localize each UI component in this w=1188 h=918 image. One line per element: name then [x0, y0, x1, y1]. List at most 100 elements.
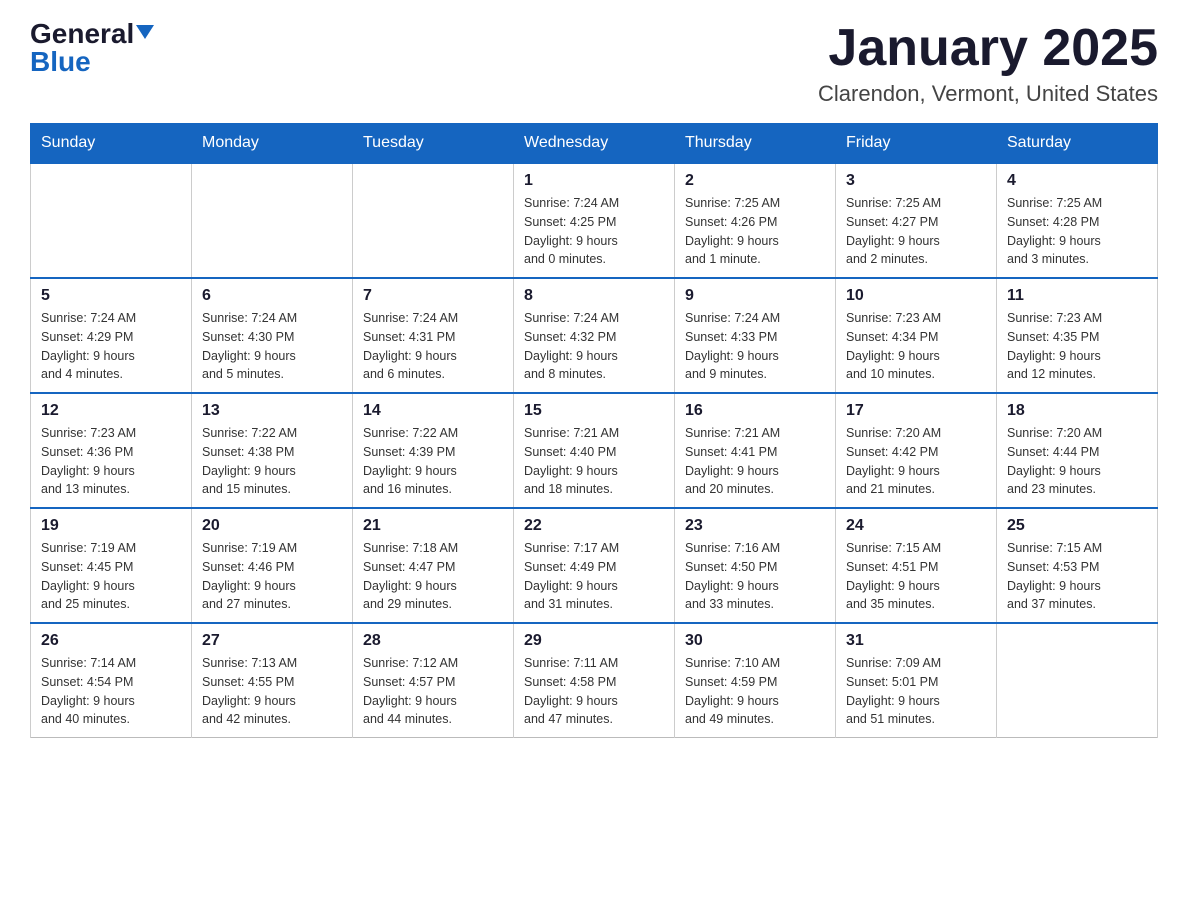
- day-info: Sunrise: 7:22 AM Sunset: 4:39 PM Dayligh…: [363, 424, 503, 499]
- calendar-cell: [353, 163, 514, 278]
- calendar-cell: 15Sunrise: 7:21 AM Sunset: 4:40 PM Dayli…: [514, 393, 675, 508]
- day-info: Sunrise: 7:24 AM Sunset: 4:33 PM Dayligh…: [685, 309, 825, 384]
- calendar-cell: 12 Sunrise: 7:23 AM Sunset: 4:36 PM Dayli…: [31, 393, 192, 508]
- day-number: 19: [41, 517, 181, 535]
- day-info: Sunrise: 7:11 AM Sunset: 4:58 PM Dayligh…: [524, 654, 664, 729]
- day-info: Sunrise: 7:15 AM Sunset: 4:51 PM Dayligh…: [846, 539, 986, 614]
- calendar-cell: 2Sunrise: 7:25 AM Sunset: 4:26 PM Daylig…: [675, 163, 836, 278]
- day-info: Sunrise: 7:23 AM Sunset: 4:35 PM Dayligh…: [1007, 309, 1147, 384]
- day-info: Sunrise: 7:21 AM Sunset: 4:41 PM Dayligh…: [685, 424, 825, 499]
- day-number: 3: [846, 172, 986, 190]
- calendar-header-sunday: Sunday: [31, 124, 192, 164]
- logo: General Blue: [30, 20, 154, 76]
- day-info: Sunrise: 7:25 AM Sunset: 4:27 PM Dayligh…: [846, 194, 986, 269]
- day-info: Sunrise: 7:09 AM Sunset: 5:01 PM Dayligh…: [846, 654, 986, 729]
- calendar-cell: 19 Sunrise: 7:19 AM Sunset: 4:45 PM Dayli…: [31, 508, 192, 623]
- calendar-cell: 13 Sunrise: 7:22 AM Sunset: 4:38 PM Dayli…: [192, 393, 353, 508]
- calendar-cell: [31, 163, 192, 278]
- calendar-header-monday: Monday: [192, 124, 353, 164]
- day-number: 11: [1007, 287, 1147, 305]
- calendar-cell: 16 Sunrise: 7:21 AM Sunset: 4:41 PM Dayli…: [675, 393, 836, 508]
- day-info: Sunrise: 7:25 AM Sunset: 4:28 PM Dayligh…: [1007, 194, 1147, 269]
- day-number: 27: [202, 632, 342, 650]
- calendar-header-row: SundayMondayTuesdayWednesdayThursdayFrid…: [31, 124, 1158, 164]
- calendar-week-row: 1 Sunrise: 7:24 AM Sunset: 4:25 PM Daylig…: [31, 163, 1158, 278]
- calendar-header-friday: Friday: [836, 124, 997, 164]
- day-number: 7: [363, 287, 503, 305]
- day-number: 30: [685, 632, 825, 650]
- day-number: 26: [41, 632, 181, 650]
- day-number: 6: [202, 287, 342, 305]
- calendar-cell: 25 Sunrise: 7:15 AM Sunset: 4:53 PM Dayli…: [997, 508, 1158, 623]
- day-info: Sunrise: 7:24 AM Sunset: 4:32 PM Dayligh…: [524, 309, 664, 384]
- calendar-cell: 24 Sunrise: 7:15 AM Sunset: 4:51 PM Dayli…: [836, 508, 997, 623]
- main-title: January 2025: [818, 20, 1158, 77]
- day-number: 31: [846, 632, 986, 650]
- day-number: 29: [524, 632, 664, 650]
- calendar-week-row: 12 Sunrise: 7:23 AM Sunset: 4:36 PM Dayli…: [31, 393, 1158, 508]
- logo-blue-text: Blue: [30, 48, 91, 76]
- calendar-header-tuesday: Tuesday: [353, 124, 514, 164]
- day-info: Sunrise: 7:15 AM Sunset: 4:53 PM Dayligh…: [1007, 539, 1147, 614]
- calendar-cell: 21 Sunrise: 7:18 AM Sunset: 4:47 PM Dayli…: [353, 508, 514, 623]
- calendar-cell: 31 Sunrise: 7:09 AM Sunset: 5:01 PM Dayli…: [836, 623, 997, 738]
- day-number: 16: [685, 402, 825, 420]
- calendar-cell: 7Sunrise: 7:24 AM Sunset: 4:31 PM Daylig…: [353, 278, 514, 393]
- calendar-week-row: 5Sunrise: 7:24 AM Sunset: 4:29 PM Daylig…: [31, 278, 1158, 393]
- title-block: January 2025 Clarendon, Vermont, United …: [818, 20, 1158, 107]
- day-info: Sunrise: 7:24 AM Sunset: 4:30 PM Dayligh…: [202, 309, 342, 384]
- day-info: Sunrise: 7:24 AM Sunset: 4:29 PM Dayligh…: [41, 309, 181, 384]
- calendar-week-row: 26Sunrise: 7:14 AM Sunset: 4:54 PM Dayli…: [31, 623, 1158, 738]
- day-number: 1: [524, 172, 664, 190]
- day-number: 20: [202, 517, 342, 535]
- calendar-cell: 27 Sunrise: 7:13 AM Sunset: 4:55 PM Dayli…: [192, 623, 353, 738]
- calendar-cell: [997, 623, 1158, 738]
- day-number: 14: [363, 402, 503, 420]
- day-info: Sunrise: 7:20 AM Sunset: 4:44 PM Dayligh…: [1007, 424, 1147, 499]
- calendar-cell: 4Sunrise: 7:25 AM Sunset: 4:28 PM Daylig…: [997, 163, 1158, 278]
- calendar-cell: 29 Sunrise: 7:11 AM Sunset: 4:58 PM Dayli…: [514, 623, 675, 738]
- calendar-cell: 30Sunrise: 7:10 AM Sunset: 4:59 PM Dayli…: [675, 623, 836, 738]
- day-number: 24: [846, 517, 986, 535]
- day-info: Sunrise: 7:19 AM Sunset: 4:46 PM Dayligh…: [202, 539, 342, 614]
- day-info: Sunrise: 7:22 AM Sunset: 4:38 PM Dayligh…: [202, 424, 342, 499]
- day-number: 25: [1007, 517, 1147, 535]
- day-number: 21: [363, 517, 503, 535]
- page-header: General Blue January 2025 Clarendon, Ver…: [30, 20, 1158, 107]
- day-number: 17: [846, 402, 986, 420]
- day-info: Sunrise: 7:23 AM Sunset: 4:36 PM Dayligh…: [41, 424, 181, 499]
- day-number: 15: [524, 402, 664, 420]
- calendar-week-row: 19 Sunrise: 7:19 AM Sunset: 4:45 PM Dayli…: [31, 508, 1158, 623]
- calendar-cell: 3 Sunrise: 7:25 AM Sunset: 4:27 PM Daylig…: [836, 163, 997, 278]
- day-info: Sunrise: 7:23 AM Sunset: 4:34 PM Dayligh…: [846, 309, 986, 384]
- calendar-cell: 26Sunrise: 7:14 AM Sunset: 4:54 PM Dayli…: [31, 623, 192, 738]
- calendar-cell: 11 Sunrise: 7:23 AM Sunset: 4:35 PM Dayli…: [997, 278, 1158, 393]
- day-info: Sunrise: 7:13 AM Sunset: 4:55 PM Dayligh…: [202, 654, 342, 729]
- logo-general-text: General: [30, 20, 134, 48]
- day-number: 9: [685, 287, 825, 305]
- calendar-cell: 14 Sunrise: 7:22 AM Sunset: 4:39 PM Dayli…: [353, 393, 514, 508]
- day-number: 12: [41, 402, 181, 420]
- day-number: 23: [685, 517, 825, 535]
- day-info: Sunrise: 7:20 AM Sunset: 4:42 PM Dayligh…: [846, 424, 986, 499]
- day-info: Sunrise: 7:17 AM Sunset: 4:49 PM Dayligh…: [524, 539, 664, 614]
- calendar-cell: 8 Sunrise: 7:24 AM Sunset: 4:32 PM Daylig…: [514, 278, 675, 393]
- calendar-cell: 20 Sunrise: 7:19 AM Sunset: 4:46 PM Dayli…: [192, 508, 353, 623]
- calendar-cell: 9 Sunrise: 7:24 AM Sunset: 4:33 PM Daylig…: [675, 278, 836, 393]
- calendar-cell: 18 Sunrise: 7:20 AM Sunset: 4:44 PM Dayli…: [997, 393, 1158, 508]
- calendar-cell: 28Sunrise: 7:12 AM Sunset: 4:57 PM Dayli…: [353, 623, 514, 738]
- day-number: 22: [524, 517, 664, 535]
- day-info: Sunrise: 7:18 AM Sunset: 4:47 PM Dayligh…: [363, 539, 503, 614]
- calendar-cell: 17 Sunrise: 7:20 AM Sunset: 4:42 PM Dayli…: [836, 393, 997, 508]
- calendar-cell: 10Sunrise: 7:23 AM Sunset: 4:34 PM Dayli…: [836, 278, 997, 393]
- day-info: Sunrise: 7:12 AM Sunset: 4:57 PM Dayligh…: [363, 654, 503, 729]
- day-number: 18: [1007, 402, 1147, 420]
- day-info: Sunrise: 7:19 AM Sunset: 4:45 PM Dayligh…: [41, 539, 181, 614]
- day-number: 13: [202, 402, 342, 420]
- calendar-cell: 6 Sunrise: 7:24 AM Sunset: 4:30 PM Daylig…: [192, 278, 353, 393]
- day-number: 8: [524, 287, 664, 305]
- day-info: Sunrise: 7:24 AM Sunset: 4:25 PM Dayligh…: [524, 194, 664, 269]
- calendar-header-thursday: Thursday: [675, 124, 836, 164]
- calendar-cell: 1 Sunrise: 7:24 AM Sunset: 4:25 PM Daylig…: [514, 163, 675, 278]
- calendar-cell: [192, 163, 353, 278]
